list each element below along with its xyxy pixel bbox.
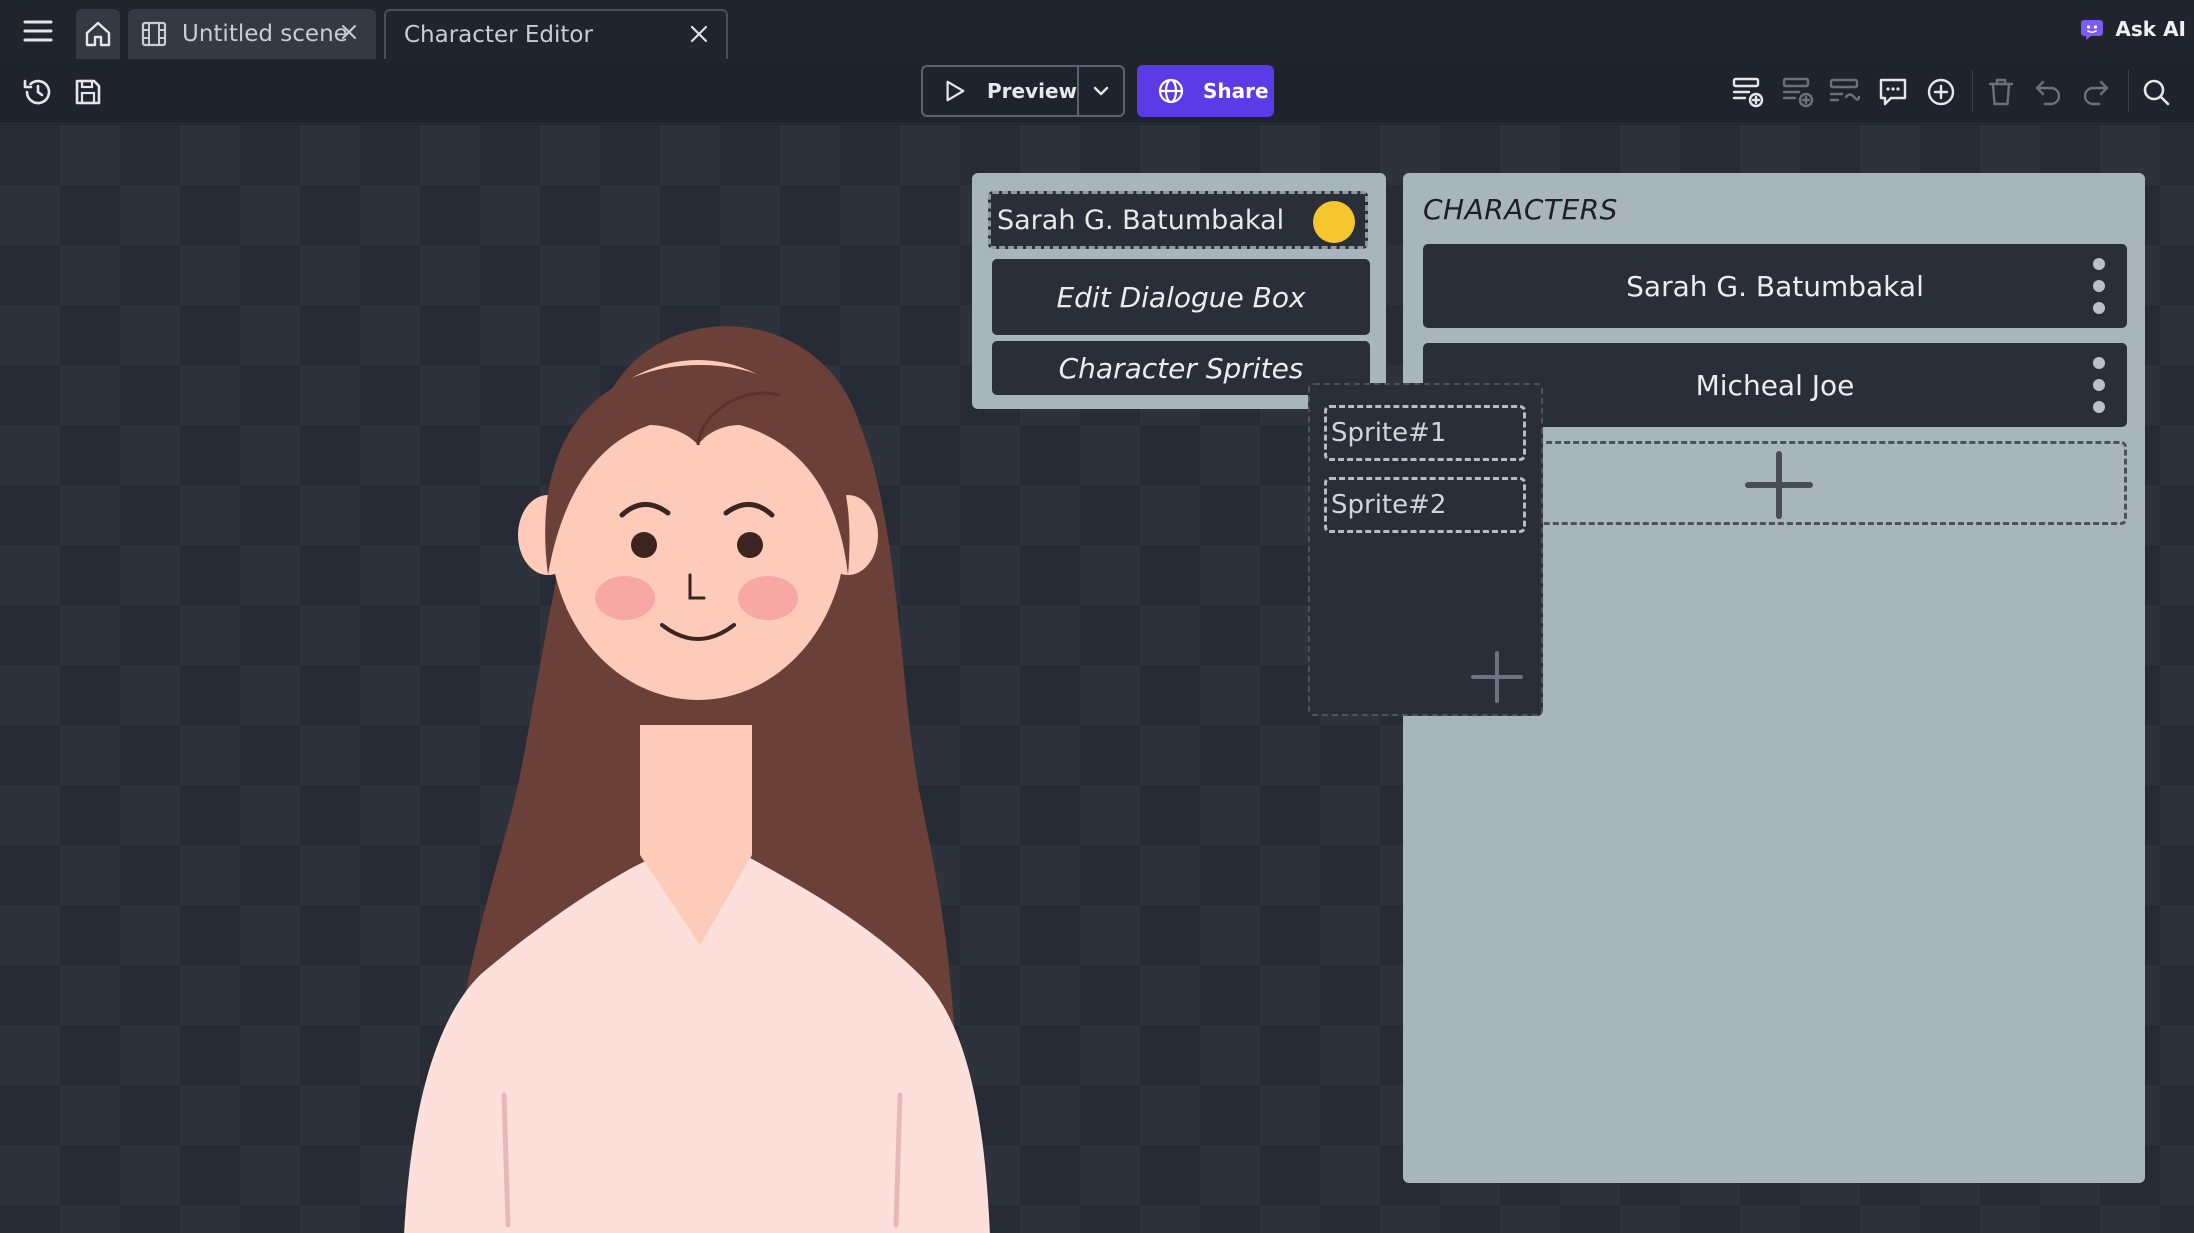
save-icon	[75, 79, 101, 105]
sprites-dropdown: Sprite#1 Sprite#2	[1308, 383, 1543, 716]
plus-icon	[1471, 651, 1523, 703]
redo-icon	[2083, 80, 2109, 106]
close-icon	[690, 25, 708, 43]
character-sprites-label: Character Sprites	[1058, 351, 1304, 385]
play-icon	[946, 80, 965, 102]
search-icon	[2143, 79, 2170, 106]
kebab-menu-icon[interactable]	[2089, 258, 2109, 314]
home-icon	[85, 21, 111, 47]
character-detail-panel: Sarah G. Batumbakal Edit Dialogue Box Ch…	[972, 173, 1386, 409]
history-icon	[23, 79, 51, 105]
add-row-button[interactable]	[1730, 74, 1766, 110]
search-button[interactable]	[2138, 74, 2174, 110]
toolbar-separator	[2128, 70, 2129, 112]
preview-group: Preview	[921, 65, 1125, 117]
history-button[interactable]	[20, 74, 56, 110]
globe-icon	[1158, 78, 1184, 104]
menu-button[interactable]	[20, 14, 56, 48]
sprite-item-label: Sprite#1	[1331, 418, 1447, 448]
toolbar-separator	[1972, 70, 1973, 112]
chevron-down-icon	[1093, 86, 1109, 96]
tab-close-button[interactable]	[686, 21, 712, 47]
plus-circle-icon	[1927, 78, 1955, 106]
tab-label: Untitled scene	[182, 21, 348, 47]
preview-dropdown-button[interactable]	[1079, 67, 1123, 115]
sprite-item-label: Sprite#2	[1331, 490, 1447, 520]
character-row-name: Micheal Joe	[1695, 368, 1855, 402]
character-sprite-image[interactable]	[400, 275, 1000, 1233]
redo-button[interactable]	[2078, 74, 2114, 110]
menu-icon	[23, 20, 53, 42]
sprite-item[interactable]: Sprite#2	[1324, 477, 1526, 533]
film-icon	[141, 21, 167, 47]
close-icon	[342, 25, 356, 39]
character-name-field[interactable]: Sarah G. Batumbakal	[988, 191, 1368, 249]
character-color-swatch[interactable]	[1313, 201, 1355, 243]
save-button[interactable]	[70, 74, 106, 110]
ask-ai-label: Ask AI	[2115, 17, 2186, 41]
add-variant-icon	[1782, 77, 1814, 108]
toolbar: Preview Share	[0, 60, 2194, 124]
tab-untitled-scene[interactable]: Untitled scene	[128, 9, 376, 59]
scene-canvas[interactable]: Sarah G. Batumbakal Edit Dialogue Box Ch…	[0, 125, 2194, 1233]
character-row[interactable]: Sarah G. Batumbakal	[1423, 244, 2127, 328]
edit-dialogue-box-button[interactable]: Edit Dialogue Box	[992, 259, 1370, 335]
trash-icon	[1988, 78, 2014, 106]
title-bar: Untitled scene Character Editor Ask AI	[0, 0, 2194, 60]
undo-button[interactable]	[2030, 74, 2066, 110]
share-label: Share	[1203, 79, 1269, 103]
swap-icon	[1829, 78, 1861, 102]
swap-button[interactable]	[1827, 74, 1863, 110]
kebab-menu-icon[interactable]	[2089, 357, 2109, 413]
undo-icon	[2035, 80, 2061, 106]
preview-label: Preview	[986, 79, 1077, 103]
tab-character-editor[interactable]: Character Editor	[384, 9, 728, 59]
add-sprite-button[interactable]	[1470, 650, 1524, 704]
edit-dialogue-box-label: Edit Dialogue Box	[1056, 280, 1306, 314]
add-row-icon	[1732, 77, 1764, 108]
add-element-button[interactable]	[1923, 74, 1959, 110]
comment-icon	[1879, 78, 1907, 106]
sprite-item[interactable]: Sprite#1	[1324, 405, 1526, 461]
tab-label: Character Editor	[404, 22, 593, 48]
preview-button[interactable]: Preview	[923, 67, 1079, 115]
character-row-name: Sarah G. Batumbakal	[1626, 269, 1924, 303]
character-name-value: Sarah G. Batumbakal	[997, 204, 1285, 236]
ai-icon	[2081, 20, 2104, 40]
ask-ai-button[interactable]: Ask AI	[2079, 12, 2186, 46]
tab-close-button[interactable]	[336, 19, 362, 45]
delete-button[interactable]	[1983, 74, 2019, 110]
comment-button[interactable]	[1875, 74, 1911, 110]
share-button[interactable]: Share	[1137, 65, 1274, 117]
home-button[interactable]	[76, 9, 120, 59]
add-variant-button[interactable]	[1780, 74, 1816, 110]
characters-title: CHARACTERS	[1423, 193, 1618, 226]
plus-icon	[1745, 451, 1813, 519]
